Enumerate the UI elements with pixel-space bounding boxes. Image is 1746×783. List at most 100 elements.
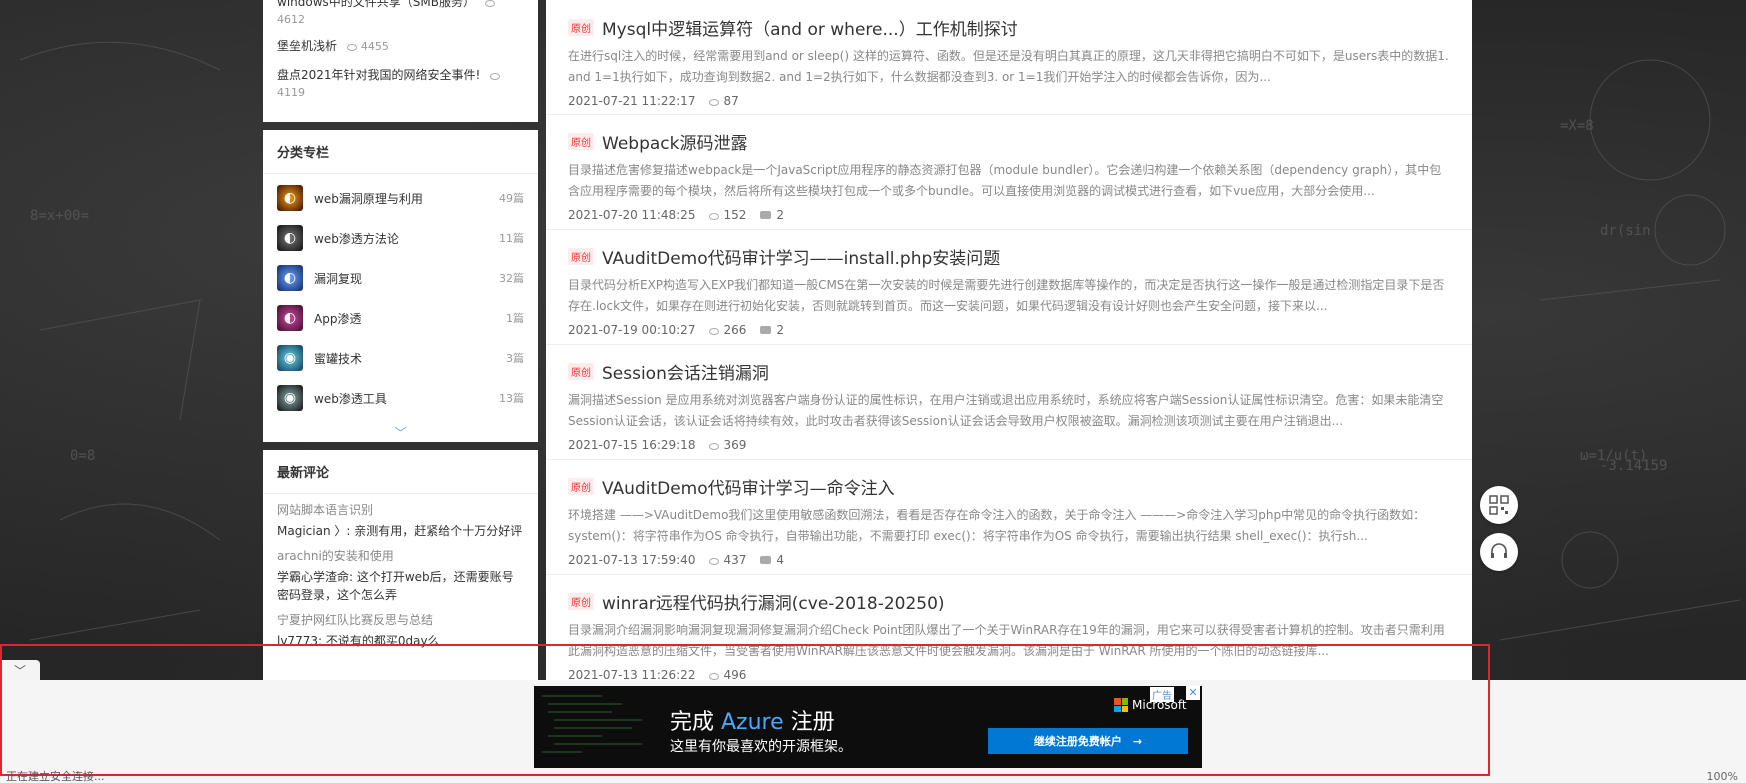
article-item[interactable]: 原创 Webpack源码泄露 目录描述危害修复描述webpack是一个JavaSc… xyxy=(546,115,1472,230)
comment-article-title[interactable]: 网站脚本语言识别 xyxy=(277,502,524,518)
article-date: 2021-07-13 11:26:22 xyxy=(568,668,696,680)
view-count-value: 369 xyxy=(723,438,747,452)
category-count: 1篇 xyxy=(506,312,524,325)
ad-label: 广告 xyxy=(1150,687,1174,702)
category-item[interactable]: ◐ web渗透方法论 11篇 xyxy=(277,218,524,258)
categories-card: 分类专栏 ◐ web漏洞原理与利用 49篇 ◐ web渗透方法论 11篇 ◐ 漏… xyxy=(263,130,538,442)
hot-article-item[interactable]: 堡垒机浅析 4455 xyxy=(277,28,524,55)
view-count-value: 4612 xyxy=(277,13,305,26)
azure-ad-banner[interactable]: 完成 Azure 注册 这里有你最喜欢的开源框架。 Microsoft 继续注册… xyxy=(534,686,1202,768)
category-name[interactable]: web渗透工具 xyxy=(314,390,499,407)
category-item[interactable]: ◐ 漏洞复现 32篇 xyxy=(277,258,524,298)
svg-text:0=8: 0=8 xyxy=(70,448,95,464)
browser-status-bar: 正在建立安全连接... 100% xyxy=(0,770,1746,783)
comment-item[interactable]: 宁夏护网红队比赛反思与总结 lv7773: 不说有的都买0day么 xyxy=(263,604,538,650)
category-item[interactable]: ◐ App渗透 1篇 xyxy=(277,298,524,338)
article-date: 2021-07-20 11:48:25 xyxy=(568,208,696,222)
ad-signup-button[interactable]: 继续注册免费帐户 → xyxy=(988,728,1188,754)
view-count: 4455 xyxy=(346,40,389,53)
category-thumbnail: ◉ xyxy=(277,345,303,371)
category-thumbnail: ◉ xyxy=(277,385,303,411)
eye-icon xyxy=(346,44,357,51)
comment-item[interactable]: 网站脚本语言识别 Magician 〉: 亲测有用，赶紧给个十万分好评 xyxy=(263,494,538,540)
category-item[interactable]: ◉ web渗透工具 13篇 xyxy=(277,378,524,418)
svg-text:=X=8: =X=8 xyxy=(1560,118,1594,134)
comment-item[interactable]: arachni的安装和使用 学霸心学渣命: 这个打开web后，还需要账号密码登录… xyxy=(263,540,538,604)
article-title[interactable]: winrar远程代码执行漏洞(cve-2018-20250) xyxy=(602,589,945,614)
eye-icon xyxy=(709,442,720,450)
view-count: 87 xyxy=(709,94,739,108)
article-title[interactable]: Webpack源码泄露 xyxy=(602,129,747,154)
article-title[interactable]: VAuditDemo代码审计学习——install.php安装问题 xyxy=(602,244,1000,269)
category-name[interactable]: web漏洞原理与利用 xyxy=(314,190,499,207)
article-title[interactable]: Mysql中逻辑运算符（and or where...）工作机制探讨 xyxy=(602,15,1018,40)
category-name[interactable]: web渗透方法论 xyxy=(314,230,499,247)
article-date: 2021-07-15 16:29:18 xyxy=(568,438,696,452)
chevron-down-icon[interactable]: ﹀ xyxy=(263,424,538,442)
hot-article-title[interactable]: 堡垒机浅析 xyxy=(277,39,337,53)
categories-title: 分类专栏 xyxy=(263,130,538,174)
category-name[interactable]: 蜜罐技术 xyxy=(314,350,506,367)
category-thumbnail: ◐ xyxy=(277,225,303,251)
comment-count: 2 xyxy=(760,323,784,337)
view-count xyxy=(484,0,499,9)
svg-text:-3.14159: -3.14159 xyxy=(1600,458,1667,474)
svg-text:8=x+00=: 8=x+00= xyxy=(30,208,89,224)
category-list: ◐ web漏洞原理与利用 49篇 ◐ web渗透方法论 11篇 ◐ 漏洞复现 3… xyxy=(263,174,538,424)
view-count: 152 xyxy=(709,208,746,222)
article-description[interactable]: 目录漏洞介绍漏洞影响漏洞复现漏洞修复漏洞介绍Check Point团队爆出了一个… xyxy=(568,620,1450,662)
headset-icon xyxy=(1491,543,1507,558)
category-name[interactable]: App渗透 xyxy=(314,310,506,327)
comment-count-value: 2 xyxy=(776,208,784,222)
article-description[interactable]: 环境搭建 ——>VAuditDemo我们这里使用敏感函数回溯法，看看是否存在命令… xyxy=(568,505,1450,547)
collapse-chevron-icon[interactable]: ﹀ xyxy=(0,660,40,680)
article-item[interactable]: 原创 Session会话注销漏洞 漏洞描述Session 是应用系统对浏览器客户端… xyxy=(546,345,1472,460)
comment-article-title[interactable]: 宁夏护网红队比赛反思与总结 xyxy=(277,612,524,628)
comments-title: 最新评论 xyxy=(263,450,538,494)
article-item[interactable]: 原创 Mysql中逻辑运算符（and or where...）工作机制探讨 在进行… xyxy=(546,0,1472,115)
hot-article-item[interactable]: 盘点2021年针对我国的网络安全事件! 4119 xyxy=(277,55,524,101)
article-date: 2021-07-19 00:10:27 xyxy=(568,323,696,337)
category-count: 11篇 xyxy=(499,232,524,245)
qrcode-button[interactable] xyxy=(1480,486,1518,524)
article-description[interactable]: 在进行sql注入的时候，经常需要用到and or sleep() 这样的运算符、… xyxy=(568,46,1450,88)
article-description[interactable]: 漏洞描述Session 是应用系统对浏览器客户端身份认证的属性标识，在用户注销或… xyxy=(568,390,1450,432)
original-tag: 原创 xyxy=(568,19,594,36)
article-item[interactable]: 原创 winrar远程代码执行漏洞(cve-2018-20250) 目录漏洞介绍漏… xyxy=(546,575,1472,680)
eye-icon xyxy=(490,73,501,80)
comment-body: lv7773: 不说有的都买0day么 xyxy=(277,634,440,648)
customer-service-button[interactable] xyxy=(1480,533,1518,571)
category-count: 49篇 xyxy=(499,192,524,205)
article-item[interactable]: 原创 VAuditDemo代码审计学习—命令注入 环境搭建 ——>VAuditDe… xyxy=(546,460,1472,575)
eye-icon xyxy=(709,557,720,565)
hot-article-title[interactable]: windows中的文件共享（SMB服务） xyxy=(277,0,475,9)
original-tag: 原创 xyxy=(568,363,594,380)
category-item[interactable]: ◐ web漏洞原理与利用 49篇 xyxy=(277,178,524,218)
article-description[interactable]: 目录代码分析EXP构造写入EXP我们都知道一般CMS在第一次安装的时候是需要先进… xyxy=(568,275,1450,317)
article-description[interactable]: 目录描述危害修复描述webpack是一个JavaScript应用程序的静态资源打… xyxy=(568,160,1450,202)
eye-icon xyxy=(484,0,495,7)
ad-close-icon[interactable]: ✕ xyxy=(1186,686,1200,700)
comment-icon xyxy=(760,211,772,219)
comment-count-value: 4 xyxy=(776,553,784,567)
article-title[interactable]: VAuditDemo代码审计学习—命令注入 xyxy=(602,474,895,499)
ad-headline-brand: Azure xyxy=(721,710,784,735)
hot-article-item[interactable]: windows中的文件共享（SMB服务） 4612 xyxy=(277,0,524,28)
category-thumbnail: ◐ xyxy=(277,265,303,291)
zoom-level[interactable]: 100% xyxy=(1707,770,1738,783)
view-count: 496 xyxy=(709,668,746,680)
category-item[interactable]: ◉ 蜜罐技术 3篇 xyxy=(277,338,524,378)
comment-article-title[interactable]: arachni的安装和使用 xyxy=(277,548,524,564)
comment-count: 4 xyxy=(760,553,784,567)
ad-headline-prefix: 完成 xyxy=(670,710,721,735)
hot-articles-card: windows中的文件共享（SMB服务） 4612 堡垒机浅析 4455 盘点2… xyxy=(263,0,538,122)
article-title[interactable]: Session会话注销漏洞 xyxy=(602,359,769,384)
view-count: 266 xyxy=(709,323,746,337)
ad-code-decoration xyxy=(542,692,662,764)
article-item[interactable]: 原创 VAuditDemo代码审计学习——install.php安装问题 目录代码… xyxy=(546,230,1472,345)
eye-icon xyxy=(709,98,720,106)
comment-count-value: 2 xyxy=(776,323,784,337)
hot-article-title[interactable]: 盘点2021年针对我国的网络安全事件! xyxy=(277,68,480,82)
view-count-value: 4455 xyxy=(360,40,389,53)
category-name[interactable]: 漏洞复现 xyxy=(314,270,499,287)
